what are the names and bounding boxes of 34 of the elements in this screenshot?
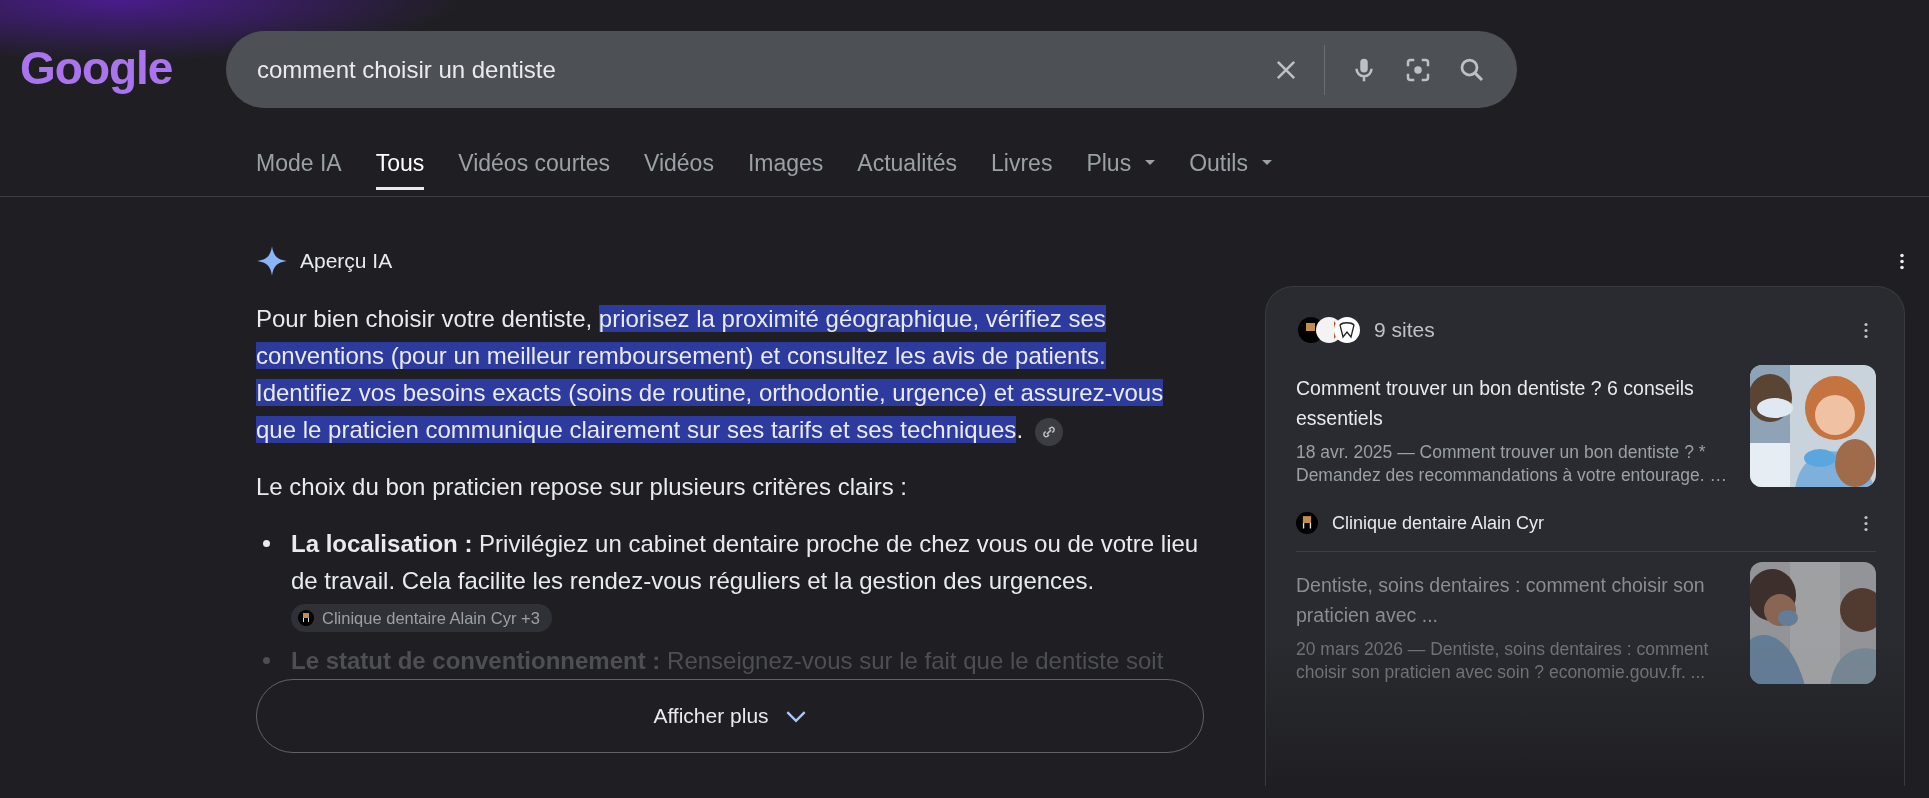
source-chip[interactable]: Clinique dentaire Alain Cyr +3 [291, 604, 552, 632]
bullet-text: La localisation : Privilégiez un cabinet dentaire proche de chez vous ou de votre lieu de travail. Cela facilite les rendez-vous réguliers et la gestion des urgences. [291, 529, 1200, 596]
tab[interactable]: Actualités [857, 138, 958, 190]
tab[interactable]: Images [747, 138, 824, 190]
caret-icon [1261, 160, 1272, 166]
link-icon[interactable] [1035, 417, 1064, 446]
tab[interactable]: Livres [991, 138, 1053, 190]
tab[interactable]: Vidéos [644, 138, 714, 190]
result-snippet: 20 mars 2026 — Dentiste, soins dentaires : comment choisir son praticien avec soin ? economie.gouv.fr. ... [1296, 638, 1710, 684]
more-options-icon[interactable] [1900, 252, 1904, 270]
tab[interactable]: Outils [1189, 138, 1272, 190]
bullet-icon [263, 540, 270, 547]
search-query[interactable]: comment choisir un dentiste [257, 55, 1248, 84]
result-title[interactable]: Comment trouver un bon dentiste ? 6 conseils essentiels [1296, 373, 1742, 433]
result-snippet: 18 avr. 2025 — Comment trouver un bon dentiste ? * Demandez des recommandations à votre entourage. … [1296, 441, 1728, 487]
search-field[interactable]: comment choisir un dentiste [226, 31, 1517, 108]
sparkle-icon [256, 245, 288, 277]
tab[interactable]: Mode IA [256, 138, 342, 190]
bullet-icon [263, 657, 270, 664]
show-more-button[interactable]: Afficher plus [256, 679, 1204, 753]
tab[interactable]: Plus [1086, 138, 1156, 190]
tab[interactable]: Tous [375, 138, 425, 190]
site-favicons-icon [1296, 315, 1362, 345]
chevron-down-icon [784, 709, 807, 723]
result-title[interactable]: Dentiste, soins dentaires : comment choisir son praticien avec ... [1296, 570, 1742, 630]
tab[interactable]: Vidéos courtes [458, 138, 610, 190]
caret-icon [1145, 160, 1156, 166]
sites-count: 9 sites [1374, 318, 1435, 342]
site-name[interactable]: Clinique dentaire Alain Cyr [1332, 512, 1545, 534]
more-options-icon[interactable] [1864, 321, 1868, 339]
logo[interactable]: Google [20, 41, 226, 95]
overview-title: Aperçu IA [300, 249, 393, 273]
more-options-icon[interactable] [1864, 514, 1868, 532]
lead-in-text: Le choix du bon praticien repose sur plusieurs critères clairs : [256, 472, 908, 502]
